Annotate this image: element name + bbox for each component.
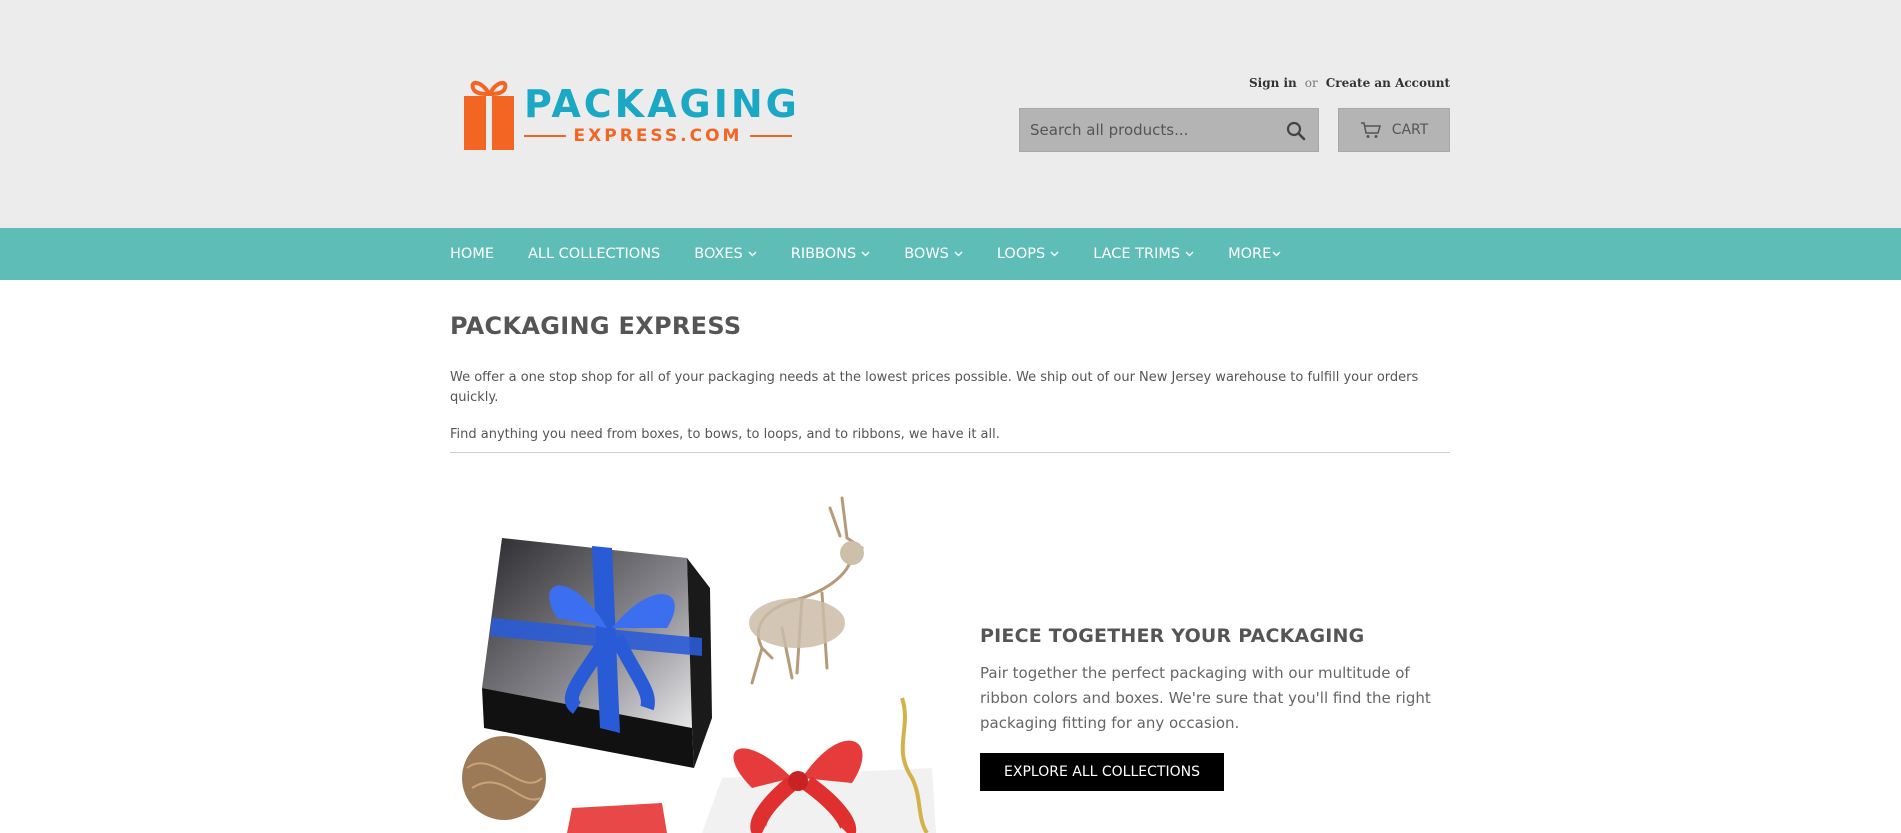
nav-item-label: BOXES <box>694 246 743 262</box>
logo-subtext: EXPRESS.COM <box>524 126 793 146</box>
gift-box-icon <box>464 81 514 150</box>
chevron-down-icon <box>748 251 757 257</box>
nav-item-bows[interactable]: BOWS <box>904 246 963 262</box>
nav-item-home[interactable]: HOME <box>450 246 494 262</box>
nav-item-more[interactable]: MORE <box>1228 246 1281 262</box>
or-separator: or <box>1304 76 1318 90</box>
feature-text: Pair together the perfect packaging with… <box>980 664 1431 732</box>
nav-item-ribbons[interactable]: RIBBONS <box>791 246 870 262</box>
shopping-cart-icon <box>1360 122 1381 138</box>
nav-item-all-collections[interactable]: ALL COLLECTIONS <box>528 246 660 262</box>
create-account-link[interactable]: Create an Account <box>1326 76 1450 90</box>
feature-block: PIECE TOGETHER YOUR PACKAGING Pair toget… <box>980 625 1450 736</box>
nav-item-lace-trims[interactable]: LACE TRIMS <box>1093 246 1194 262</box>
section-divider <box>450 452 1450 453</box>
chevron-down-icon <box>1272 251 1281 257</box>
nav-item-label: MORE <box>1228 246 1272 262</box>
cart-label: CART <box>1391 122 1429 138</box>
site-header: PACKAGING EXPRESS.COM Sign in or Create an… <box>0 0 1901 228</box>
gift-boxes-illustration <box>462 478 936 833</box>
nav-item-label: LOOPS <box>996 246 1046 262</box>
search-icon[interactable] <box>1286 121 1306 141</box>
chevron-down-icon <box>861 251 870 257</box>
chevron-down-icon <box>1050 251 1059 257</box>
page-title: PACKAGING EXPRESS <box>450 312 742 340</box>
search-input[interactable] <box>1020 109 1290 151</box>
feature-heading: PIECE TOGETHER YOUR PACKAGING <box>980 625 1365 647</box>
cart-button[interactable]: CART <box>1338 108 1450 152</box>
logo-domain: EXPRESS.COM <box>573 126 743 146</box>
nav-item-loops[interactable]: LOOPS <box>997 246 1059 262</box>
nav-item-label: LACE TRIMS <box>1093 246 1181 262</box>
chevron-down-icon <box>954 251 963 257</box>
intro-text: We offer a one stop shop for all of your… <box>450 368 1450 462</box>
main-navigation: HOME ALL COLLECTIONS BOXES RIBBONS BOWS … <box>0 228 1901 280</box>
nav-item-boxes[interactable]: BOXES <box>694 246 757 262</box>
intro-paragraph: Find anything you need from boxes, to bo… <box>450 427 1000 442</box>
account-links: Sign in or Create an Account <box>1249 76 1450 90</box>
search-bar <box>1019 108 1319 152</box>
logo-wordmark: PACKAGING <box>524 82 800 126</box>
explore-all-collections-button[interactable]: EXPLORE ALL COLLECTIONS <box>980 753 1224 791</box>
featured-packaging-image <box>462 478 936 833</box>
chevron-down-icon <box>1185 251 1194 257</box>
site-logo[interactable]: PACKAGING EXPRESS.COM <box>462 76 797 150</box>
nav-item-label: BOWS <box>904 246 949 262</box>
nav-item-label: ALL COLLECTIONS <box>528 246 661 262</box>
nav-item-label: HOME <box>450 246 494 262</box>
sign-in-link[interactable]: Sign in <box>1249 76 1297 90</box>
nav-item-label: RIBBONS <box>790 246 857 262</box>
intro-paragraph: We offer a one stop shop for all of your… <box>450 370 1419 405</box>
